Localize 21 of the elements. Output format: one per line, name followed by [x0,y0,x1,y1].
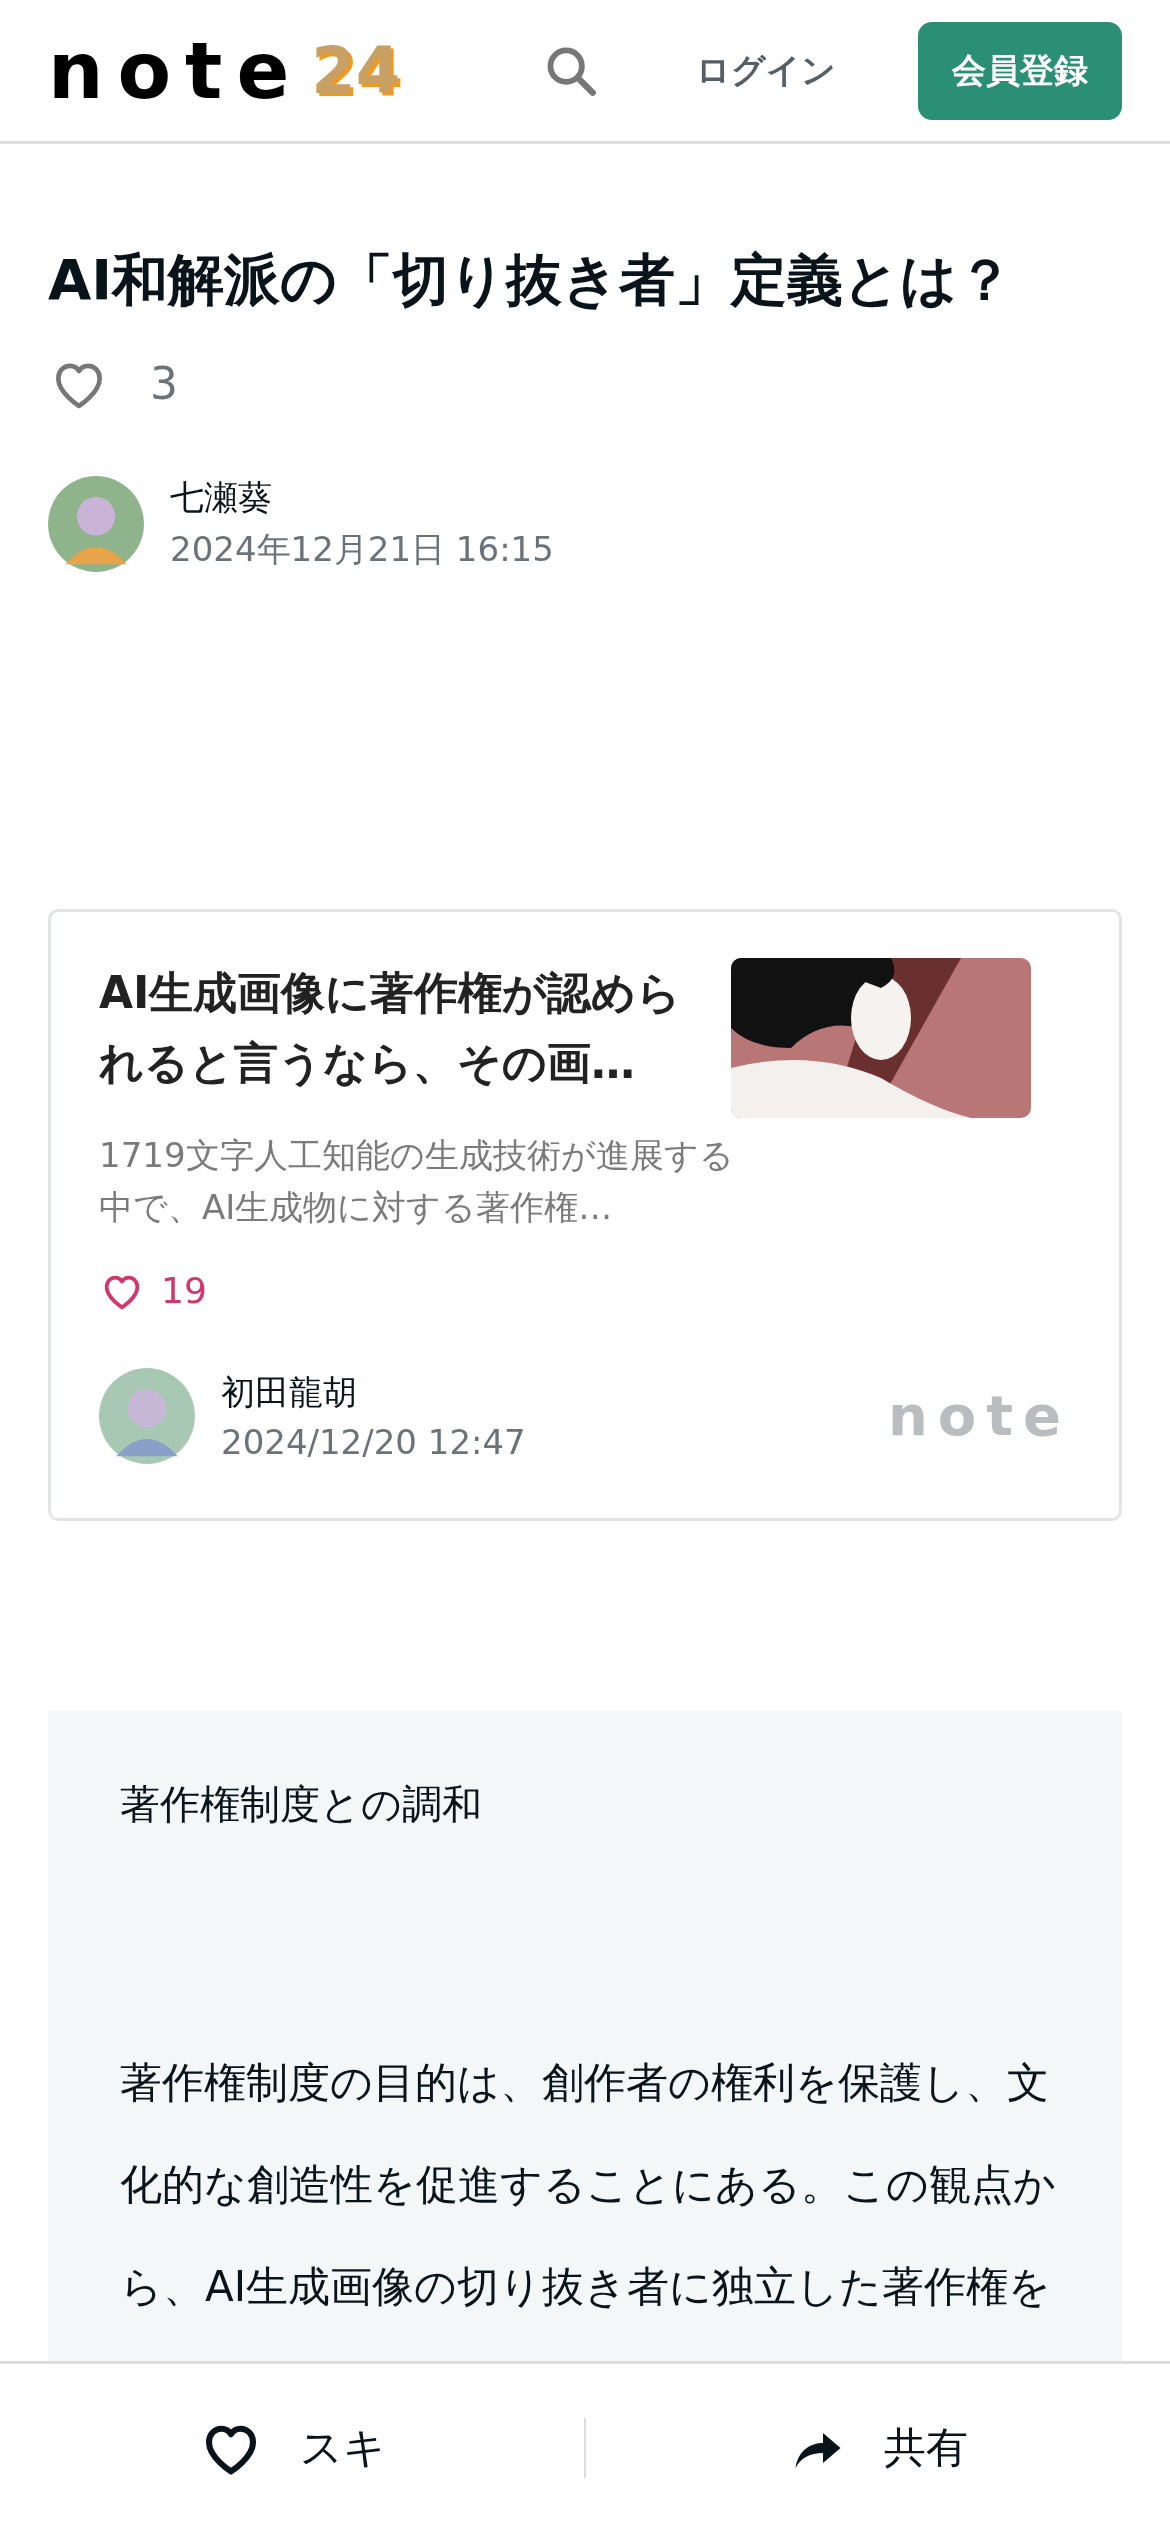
signup-button[interactable]: 会員登録 [918,21,1122,120]
post-date: 2024/12/20 12:47 [221,1421,526,1462]
share-button[interactable]: 共有 [586,2417,1170,2479]
author-name[interactable]: 七瀬葵 [170,474,554,521]
login-link[interactable]: ログイン [696,47,836,94]
avatar[interactable] [99,1367,195,1464]
article-title: AI和解派の「切り抜き者」定義とは？ [48,246,1015,314]
brand-logo: note [887,1383,1071,1449]
card-title: AI生成画像に著作権が認められると言うなら、その画… [99,965,683,1091]
like-count: 3 [150,358,178,410]
like-count: 19 [161,1270,207,1312]
quote-heading: 著作権制度との調和 [120,1779,483,1829]
logo[interactable]: note [48,31,304,110]
card-excerpt: 1719文字人工知能の生成技術が進展する中で、AI生成物に対する著作権… [99,1133,735,1230]
post-date: 2024年12月21日 16:15 [170,527,554,571]
avatar[interactable] [48,475,144,572]
author-name: 初田龍胡 [221,1370,358,1414]
quote-paragraph: 著作権制度の目的は、創作者の権利を保護し、文化的な創造性を促進することにある。この観点から、AI生成画像の切り抜き者に独立した著作権を [120,2056,1057,2313]
logo-number: 24 [311,38,401,103]
embed-card[interactable]: AI生成画像に著作権が認められると言うなら、その画… 1719文字人工知能の生成技術が進展する中で、AI生成物に対する著作権… 19 初田龍胡 2024/12/20 12:47 note [48,908,1122,1521]
like-button[interactable]: スキ [0,2414,584,2482]
